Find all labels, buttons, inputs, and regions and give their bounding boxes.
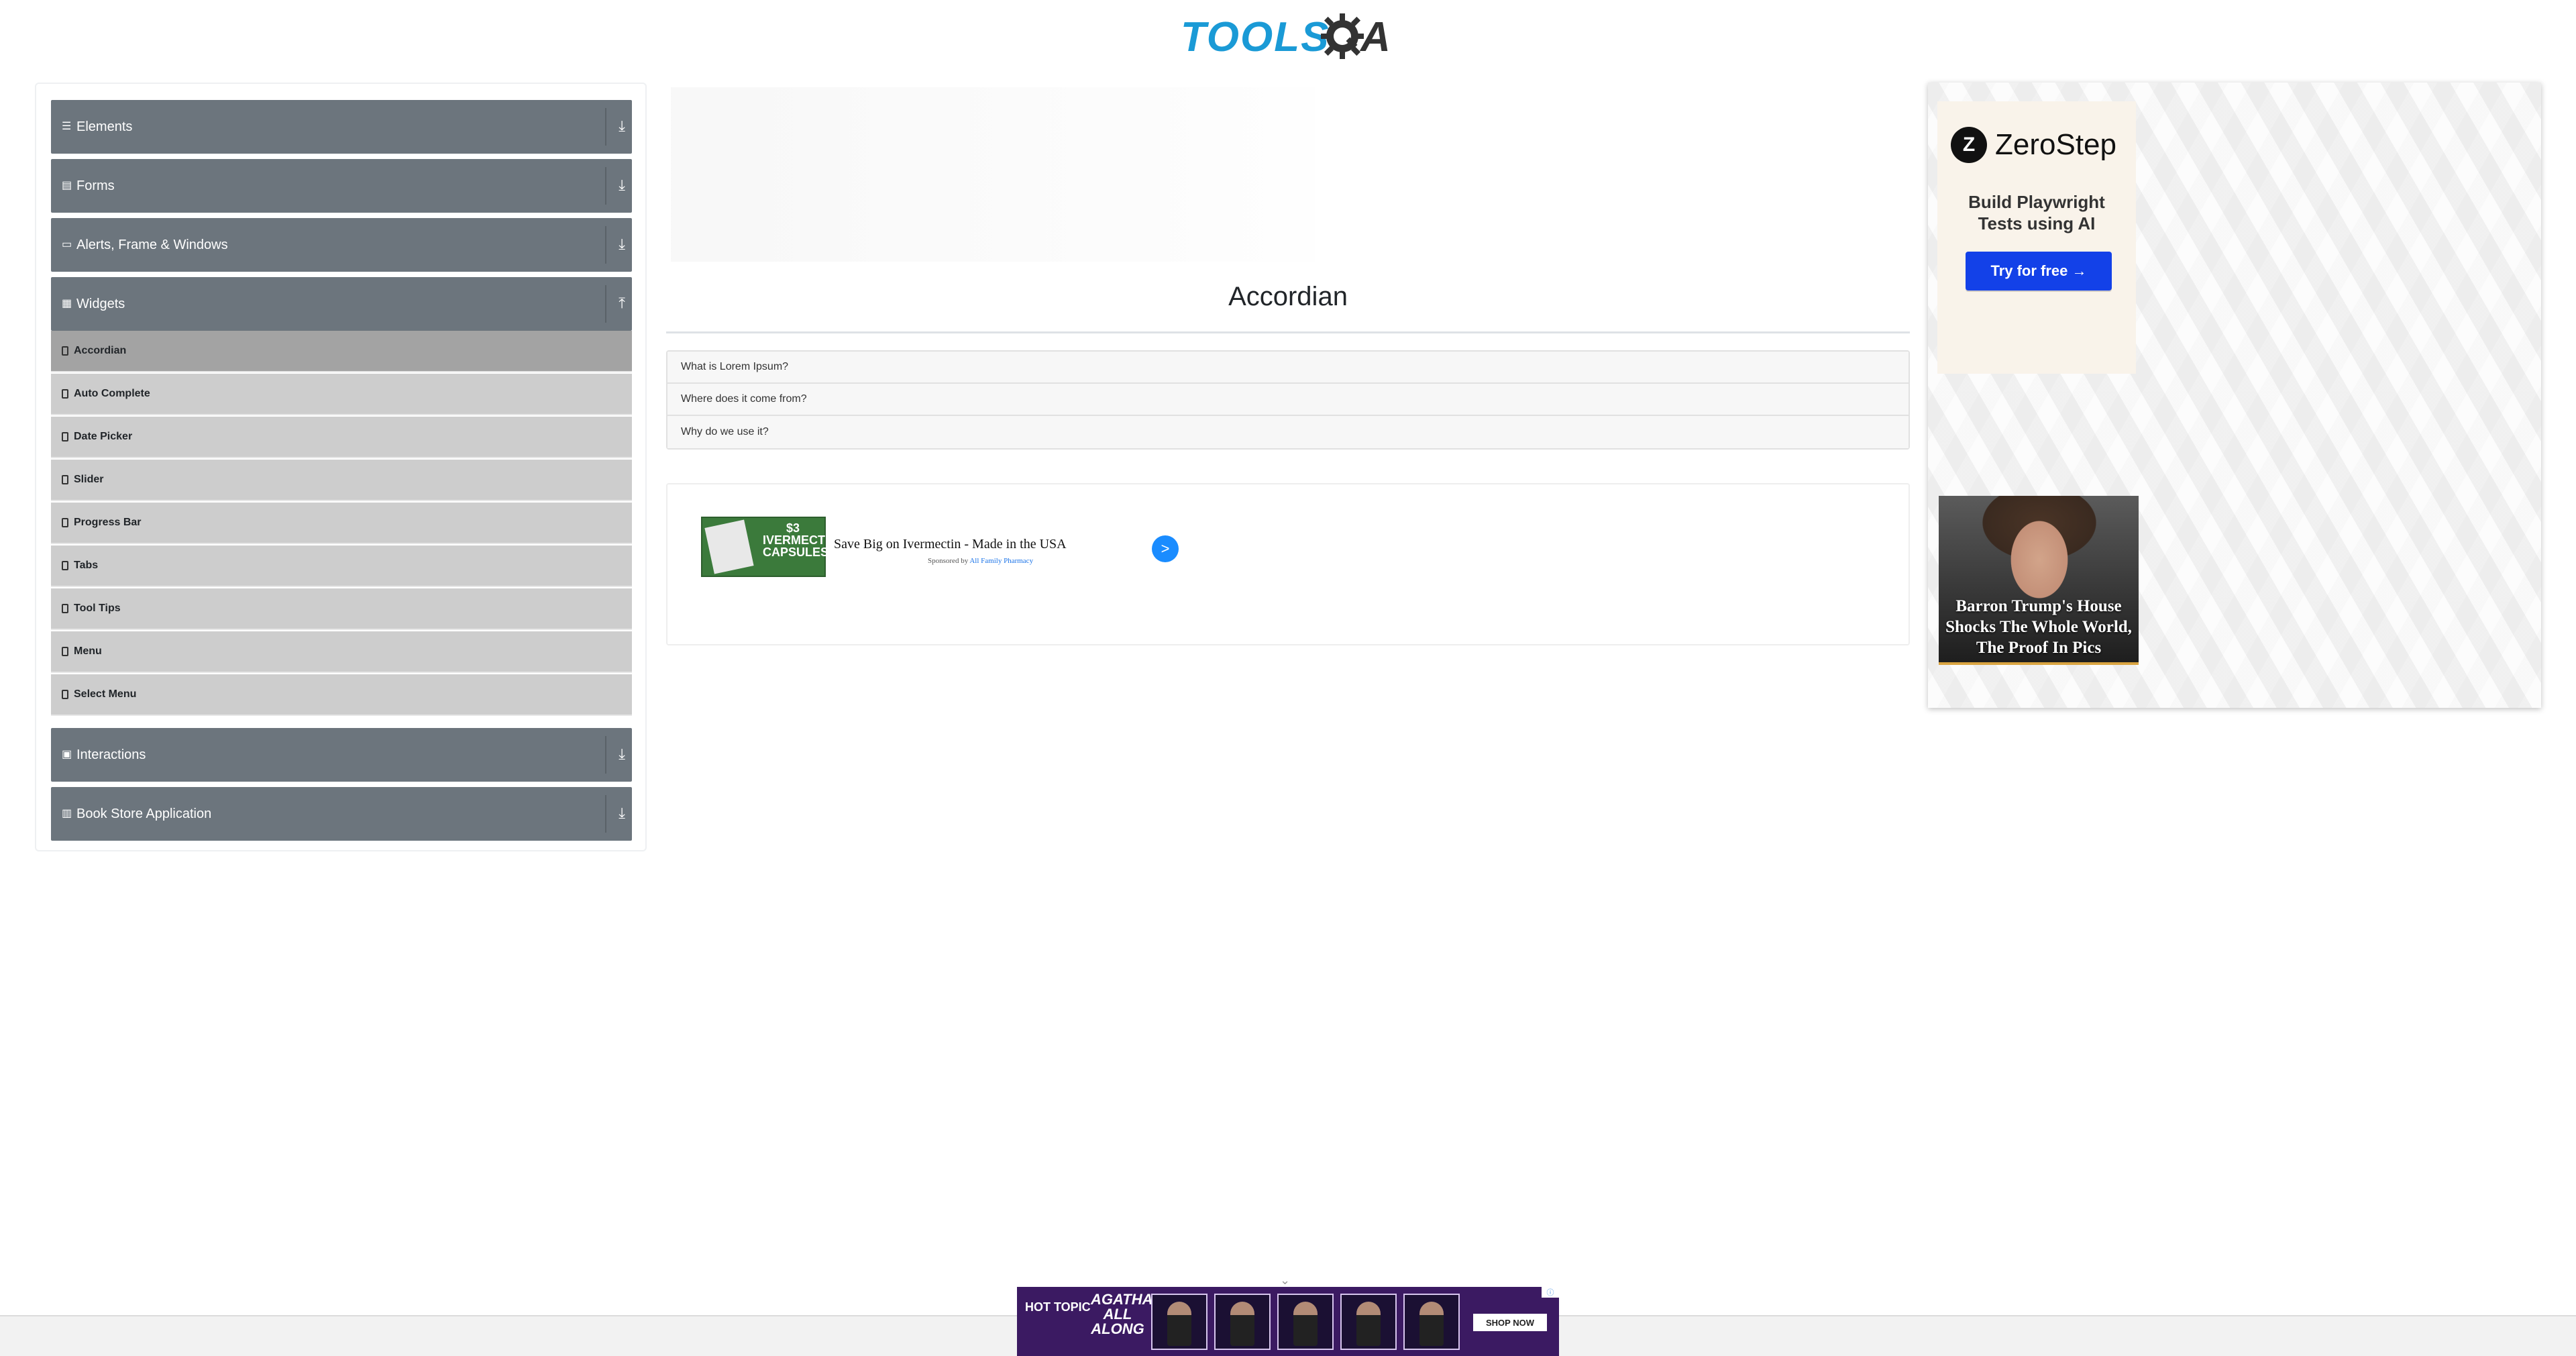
sidebar-item-label: Tool Tips	[74, 603, 121, 614]
product-image	[704, 519, 754, 574]
sidebar-item-label: Select Menu	[74, 688, 137, 700]
item-icon	[62, 346, 68, 356]
gear-icon	[1321, 13, 1364, 59]
sidebar-group-label: Book Store Application	[76, 806, 212, 821]
bottom-banner-ad[interactable]: HOT TOPIC AGATHA ALL ALONG SHOP NOW ⓘ	[1017, 1287, 1559, 1356]
zerostep-ad[interactable]: Z ZeroStep Build Playwright Tests using …	[1937, 101, 2136, 374]
accordion-section-2[interactable]: Where does it come from?	[667, 384, 1909, 416]
download-arrow-icon[interactable]: ⤓	[619, 176, 625, 194]
accordion: What is Lorem Ipsum? Where does it come …	[666, 350, 1910, 450]
sidebar-item-date-picker[interactable]: Date Picker	[51, 417, 632, 458]
sidebar: ☰ Elements ⤓ ▤ Forms ⤓ ▭ Alerts, Frame &…	[35, 83, 647, 851]
upload-arrow-icon[interactable]: ⤒	[619, 295, 625, 312]
sidebar-item-label: Menu	[74, 645, 102, 657]
sidebar-item-slider[interactable]: Slider	[51, 460, 632, 501]
sidebar-group-label: Alerts, Frame & Windows	[76, 237, 228, 252]
sidebar-item-label: Slider	[74, 474, 104, 485]
banner-placeholder	[671, 87, 1315, 262]
divider	[605, 736, 606, 774]
ad-sponsor: Sponsored by All Family Pharmacy	[928, 557, 1033, 565]
ad-sponsor-link[interactable]: All Family Pharmacy	[969, 557, 1033, 565]
sidebar-item-label: Tabs	[74, 560, 99, 571]
book-icon: ▥	[62, 808, 72, 819]
item-icon	[62, 389, 68, 399]
ad-sponsor-prefix: Sponsored by	[928, 557, 969, 565]
sidebar-item-select-menu[interactable]: Select Menu	[51, 674, 632, 716]
page-title: Accordian	[1228, 282, 1348, 311]
sidebar-group-elements[interactable]: ☰ Elements ⤓	[51, 100, 632, 154]
sidebar-group-alerts[interactable]: ▭ Alerts, Frame & Windows ⤓	[51, 218, 632, 272]
window-icon: ▭	[62, 239, 72, 250]
zerostep-tagline: Build Playwright Tests using AI	[1937, 191, 2136, 234]
item-icon	[62, 561, 68, 570]
logo-suffix: A	[1360, 14, 1391, 60]
sidebar-item-menu[interactable]: Menu	[51, 631, 632, 673]
ad-show-title: AGATHA ALL ALONG	[1091, 1291, 1153, 1337]
sidebar-group-label: Elements	[76, 119, 133, 134]
sidebar-group-forms[interactable]: ▤ Forms ⤓	[51, 159, 632, 213]
zerostep-tagline-line1: Build Playwright	[1968, 192, 2105, 212]
product-thumb	[1214, 1294, 1271, 1350]
sidebar-group-label: Forms	[76, 178, 115, 193]
zerostep-tagline-line2: Tests using AI	[1978, 213, 2096, 233]
accordion-section-1[interactable]: What is Lorem Ipsum?	[667, 352, 1909, 384]
item-icon	[62, 690, 68, 699]
sidebar-item-label: Auto Complete	[74, 388, 150, 399]
right-ad-column: Z ZeroStep Build Playwright Tests using …	[1928, 83, 2541, 708]
item-icon	[62, 432, 68, 441]
toolsqa-logo[interactable]: TOOLS A	[1181, 9, 1398, 63]
sidebar-group-label: Interactions	[76, 747, 146, 762]
product-thumb	[1151, 1294, 1208, 1350]
grid-icon: ▦	[62, 298, 72, 309]
divider	[605, 108, 606, 146]
item-icon	[62, 647, 68, 656]
divider	[605, 285, 606, 323]
ad-info-icon[interactable]: ⓘ	[1542, 1287, 1559, 1298]
product-thumb	[1340, 1294, 1397, 1350]
download-arrow-icon[interactable]: ⤓	[619, 804, 625, 822]
sidebar-item-tool-tips[interactable]: Tool Tips	[51, 588, 632, 630]
product-thumb	[1277, 1294, 1334, 1350]
ad-brand: HOT TOPIC	[1025, 1300, 1091, 1314]
shop-now-button[interactable]: SHOP NOW	[1473, 1314, 1547, 1331]
list-icon: ☰	[62, 121, 72, 132]
sidebar-group-widgets[interactable]: ▦ Widgets ⤒	[51, 277, 632, 331]
sidebar-item-tabs[interactable]: Tabs	[51, 545, 632, 587]
chevron-down-icon[interactable]: ⌄	[1280, 1273, 1290, 1288]
ad-go-button[interactable]: >	[1152, 535, 1179, 562]
doc-icon: ▤	[62, 180, 72, 191]
ad-thumbnail[interactable]: $3 IVERMECTIN CAPSULES	[701, 517, 838, 577]
download-arrow-icon[interactable]: ⤓	[619, 745, 625, 763]
sidebar-item-progress-bar[interactable]: Progress Bar	[51, 503, 632, 544]
try-for-free-button[interactable]: Try for free →	[1966, 252, 2112, 291]
box-icon: ▣	[62, 749, 72, 760]
item-icon	[62, 518, 68, 527]
item-icon	[62, 604, 68, 613]
zerostep-logo-icon: Z	[1951, 127, 1987, 163]
accordion-section-3[interactable]: Why do we use it?	[667, 416, 1909, 448]
title-divider	[666, 331, 1910, 333]
download-arrow-icon[interactable]: ⤓	[619, 236, 625, 253]
sidebar-group-interactions[interactable]: ▣ Interactions ⤓	[51, 728, 632, 782]
download-arrow-icon[interactable]: ⤓	[619, 117, 625, 135]
sidebar-group-book-store[interactable]: ▥ Book Store Application ⤓	[51, 787, 632, 841]
sidebar-group-label: Widgets	[76, 296, 125, 311]
item-icon	[62, 475, 68, 484]
product-thumb	[1403, 1294, 1460, 1350]
sidebar-item-auto-complete[interactable]: Auto Complete	[51, 374, 632, 415]
divider	[605, 226, 606, 264]
zerostep-name: ZeroStep	[1995, 128, 2116, 161]
ad-thumb-text: $3 IVERMECTIN CAPSULES	[763, 521, 838, 559]
sponsored-ad[interactable]: $3 IVERMECTIN CAPSULES Save Big on Iverm…	[666, 483, 1910, 645]
ad-headline[interactable]: Save Big on Ivermectin - Made in the USA	[834, 537, 1067, 552]
sidebar-item-label: Progress Bar	[74, 517, 142, 528]
logo-text: TOOLS	[1181, 14, 1330, 60]
sidebar-item-label: Date Picker	[74, 431, 133, 442]
divider	[605, 795, 606, 833]
divider	[605, 167, 606, 205]
sidebar-item-label: Accordian	[74, 345, 127, 356]
news-ad[interactable]: Barron Trump's House Shocks The Whole Wo…	[1939, 496, 2139, 665]
news-caption: Barron Trump's House Shocks The Whole Wo…	[1945, 597, 2132, 657]
sidebar-item-accordian[interactable]: Accordian	[51, 331, 632, 372]
